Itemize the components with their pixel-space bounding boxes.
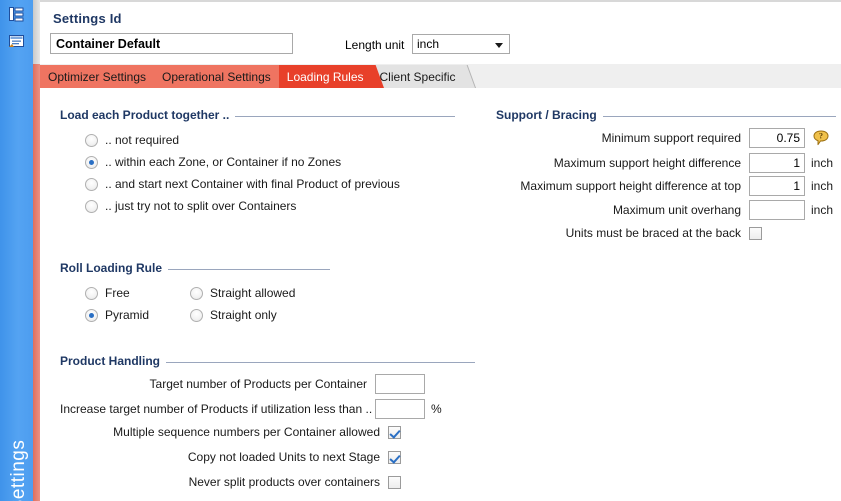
- checkbox-label: Copy not loaded Units to next Stage: [187, 450, 380, 464]
- length-unit-label: Length unit: [345, 38, 405, 52]
- group-title: Load each Product together ..: [60, 108, 236, 122]
- tab-label: Client Specific: [379, 69, 456, 84]
- checkbox-label: Units must be braced at the back: [565, 226, 741, 240]
- left-sidebar: Settings: [0, 0, 34, 501]
- checkbox-row-copy-not-loaded-units[interactable]: Copy not loaded Units to next Stage: [60, 450, 475, 464]
- radio-button[interactable]: [85, 155, 98, 169]
- help-question-icon[interactable]: ?: [813, 130, 829, 146]
- field-unit: %: [431, 402, 442, 416]
- form-window-icon[interactable]: [0, 28, 33, 56]
- radio-row-straight-only[interactable]: Straight only: [190, 308, 277, 322]
- radio-label: .. just try not to split over Containers: [105, 199, 297, 213]
- tab-label: Operational Settings: [162, 69, 271, 84]
- checkbox-label: Multiple sequence numbers per Container …: [113, 425, 380, 439]
- radio-label: Pyramid: [105, 308, 150, 322]
- field-label: Maximum support height difference at top: [520, 179, 741, 193]
- field-row-minimum-support-required: Minimum support required ?: [496, 128, 829, 148]
- tab-operational-settings[interactable]: Operational Settings: [154, 65, 291, 88]
- minimum-support-input[interactable]: [749, 128, 805, 148]
- radio-row-start-next-container[interactable]: .. and start next Container with final P…: [85, 177, 400, 191]
- field-row-max-support-height-diff: Maximum support height difference inch: [496, 153, 833, 173]
- field-label: Increase target number of Products if ut…: [60, 402, 373, 416]
- group-title: Product Handling: [60, 354, 166, 368]
- tab-loading-rules[interactable]: Loading Rules: [278, 65, 384, 88]
- checkbox-row-units-braced-at-back[interactable]: Units must be braced at the back: [496, 226, 762, 240]
- radio-button[interactable]: [85, 286, 98, 300]
- field-label: Maximum support height difference: [553, 156, 741, 170]
- max-support-height-diff-top-input[interactable]: [749, 176, 805, 196]
- max-unit-overhang-input[interactable]: [749, 200, 805, 220]
- radio-label: Straight allowed: [210, 286, 296, 300]
- checkbox[interactable]: [388, 475, 401, 489]
- radio-button[interactable]: [190, 286, 203, 300]
- header-bar: Settings Id Length unit inch: [40, 0, 841, 66]
- settings-window: Settings Settings Id Length unit inch Op…: [0, 0, 841, 501]
- tab-optimizer-settings[interactable]: Optimizer Settings: [40, 65, 167, 88]
- checkbox-row-multiple-sequence-numbers[interactable]: Multiple sequence numbers per Container …: [60, 425, 475, 439]
- tree-list-icon[interactable]: [0, 0, 33, 28]
- field-row-max-unit-overhang: Maximum unit overhang inch: [496, 200, 833, 220]
- chevron-down-icon: [495, 43, 503, 48]
- sidebar-icon-list: [0, 0, 33, 56]
- tab-bar: Optimizer Settings Operational Settings …: [40, 65, 476, 88]
- settings-id-input[interactable]: [50, 33, 293, 54]
- sidebar-vertical-label: Settings: [8, 439, 29, 501]
- settings-id-label: Settings Id: [53, 11, 122, 26]
- radio-row-straight-allowed[interactable]: Straight allowed: [190, 286, 295, 300]
- radio-row-free[interactable]: Free: [85, 286, 130, 300]
- radio-label: Straight only: [210, 308, 277, 322]
- checkbox[interactable]: [749, 226, 762, 240]
- checkbox-row-never-split-products[interactable]: Never split products over containers: [60, 475, 475, 489]
- radio-button[interactable]: [85, 133, 98, 147]
- sidebar-gap-top: [33, 0, 40, 64]
- checkbox[interactable]: [388, 425, 401, 439]
- group-title: Roll Loading Rule: [60, 261, 168, 275]
- tab-label: Optimizer Settings: [48, 69, 147, 84]
- tab-label: Loading Rules: [286, 69, 364, 84]
- radio-label: .. and start next Container with final P…: [105, 177, 400, 191]
- radio-button[interactable]: [85, 177, 98, 191]
- field-unit: inch: [811, 179, 834, 193]
- max-support-height-diff-input[interactable]: [749, 153, 805, 173]
- radio-button[interactable]: [85, 308, 98, 322]
- loading-rules-panel: Load each Product together .. .. not req…: [40, 88, 841, 501]
- radio-row-within-each-zone[interactable]: .. within each Zone, or Container if no …: [85, 155, 341, 169]
- field-row-target-products-per-container: Target number of Products per Container: [60, 374, 475, 394]
- tab-client-specific[interactable]: Client Specific: [371, 65, 476, 88]
- checkbox-label: Never split products over containers: [188, 475, 380, 489]
- field-label: Target number of Products per Container: [149, 377, 367, 391]
- field-unit: inch: [811, 156, 834, 170]
- radio-row-not-required[interactable]: .. not required: [85, 133, 179, 147]
- utilization-threshold-input[interactable]: [375, 399, 425, 419]
- radio-button[interactable]: [190, 308, 203, 322]
- field-row-increase-target-utilization: Increase target number of Products if ut…: [60, 399, 475, 419]
- field-label: Maximum unit overhang: [612, 203, 741, 217]
- radio-label: Free: [105, 286, 130, 300]
- length-unit-value: inch: [417, 37, 440, 51]
- radio-row-just-try-not-to-split[interactable]: .. just try not to split over Containers: [85, 199, 296, 213]
- radio-row-pyramid[interactable]: Pyramid: [85, 308, 149, 322]
- checkbox[interactable]: [388, 450, 401, 464]
- field-row-max-support-height-diff-top: Maximum support height difference at top…: [496, 176, 833, 196]
- sidebar-gap-bottom: [33, 64, 40, 501]
- length-unit-select[interactable]: inch: [412, 34, 510, 54]
- field-unit: inch: [811, 203, 834, 217]
- target-products-input[interactable]: [375, 374, 425, 394]
- radio-label: .. not required: [105, 133, 180, 147]
- group-title: Support / Bracing: [496, 108, 603, 122]
- field-label: Minimum support required: [601, 131, 741, 145]
- radio-label: .. within each Zone, or Container if no …: [105, 155, 342, 169]
- svg-text:?: ?: [819, 132, 823, 141]
- radio-button[interactable]: [85, 199, 98, 213]
